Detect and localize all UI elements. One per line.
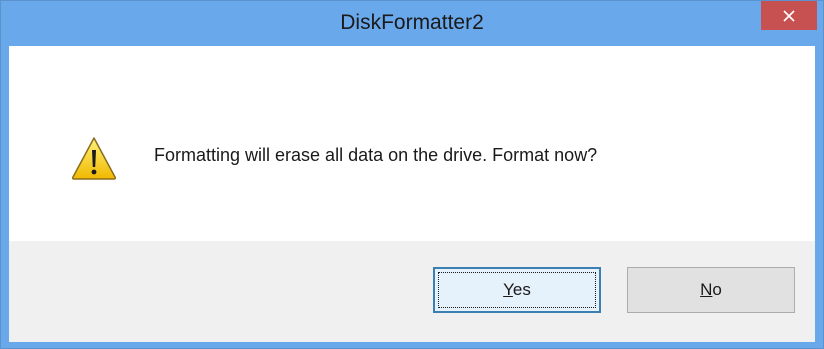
close-button[interactable] xyxy=(761,1,817,30)
yes-button[interactable]: Yes xyxy=(433,267,601,313)
dialog-body: Formatting will erase all data on the dr… xyxy=(9,46,815,342)
title-bar[interactable]: DiskFormatter2 xyxy=(1,1,823,45)
no-mnemonic: N xyxy=(700,280,713,299)
warning-icon xyxy=(71,137,117,180)
close-icon xyxy=(783,9,795,22)
dialog-message: Formatting will erase all data on the dr… xyxy=(154,145,598,165)
dialog-window: DiskFormatter2 Formatting will erase all… xyxy=(0,0,824,349)
no-button-label: No xyxy=(700,280,722,300)
no-button[interactable]: No xyxy=(627,267,795,313)
focus-ring xyxy=(438,272,596,308)
window-title: DiskFormatter2 xyxy=(340,11,484,34)
no-label-rest: o xyxy=(712,280,722,299)
message-area: Formatting will erase all data on the dr… xyxy=(9,46,815,241)
